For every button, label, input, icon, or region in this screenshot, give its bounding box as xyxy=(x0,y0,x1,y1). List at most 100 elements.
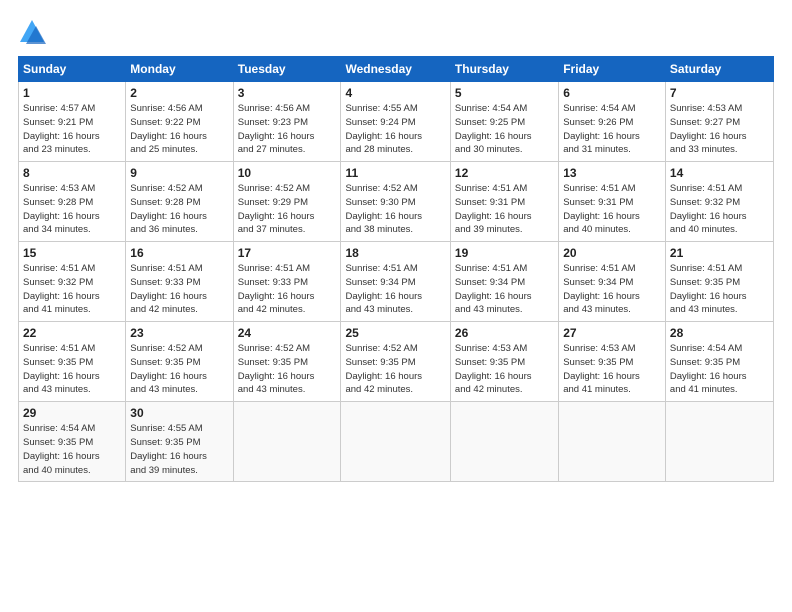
week-row-0: 1 Sunrise: 4:57 AM Sunset: 9:21 PM Daylig… xyxy=(19,82,774,162)
header xyxy=(18,18,774,46)
day-number: 26 xyxy=(455,326,554,340)
weekday-wednesday: Wednesday xyxy=(341,57,450,82)
day-info: Sunrise: 4:51 AM Sunset: 9:34 PM Dayligh… xyxy=(455,262,554,317)
day-info: Sunrise: 4:51 AM Sunset: 9:35 PM Dayligh… xyxy=(670,262,769,317)
day-cell: 17 Sunrise: 4:51 AM Sunset: 9:33 PM Dayli… xyxy=(233,242,341,322)
day-cell: 29 Sunrise: 4:54 AM Sunset: 9:35 PM Dayli… xyxy=(19,402,126,482)
day-cell: 28Sunrise: 4:54 AM Sunset: 9:35 PM Dayli… xyxy=(665,322,773,402)
day-cell: 7 Sunrise: 4:53 AM Sunset: 9:27 PM Daylig… xyxy=(665,82,773,162)
week-row-4: 29 Sunrise: 4:54 AM Sunset: 9:35 PM Dayli… xyxy=(19,402,774,482)
day-number: 30 xyxy=(130,406,228,420)
day-number: 17 xyxy=(238,246,337,260)
day-number: 12 xyxy=(455,166,554,180)
day-info: Sunrise: 4:53 AM Sunset: 9:35 PM Dayligh… xyxy=(455,342,554,397)
week-row-2: 15 Sunrise: 4:51 AM Sunset: 9:32 PM Dayli… xyxy=(19,242,774,322)
day-cell: 22 Sunrise: 4:51 AM Sunset: 9:35 PM Dayli… xyxy=(19,322,126,402)
day-info: Sunrise: 4:51 AM Sunset: 9:32 PM Dayligh… xyxy=(23,262,121,317)
day-number: 1 xyxy=(23,86,121,100)
day-info: Sunrise: 4:52 AM Sunset: 9:35 PM Dayligh… xyxy=(130,342,228,397)
day-cell: 3 Sunrise: 4:56 AM Sunset: 9:23 PM Daylig… xyxy=(233,82,341,162)
day-info: Sunrise: 4:51 AM Sunset: 9:31 PM Dayligh… xyxy=(455,182,554,237)
day-number: 15 xyxy=(23,246,121,260)
day-cell: 4Sunrise: 4:55 AM Sunset: 9:24 PM Daylig… xyxy=(341,82,450,162)
day-cell xyxy=(559,402,666,482)
day-info: Sunrise: 4:54 AM Sunset: 9:35 PM Dayligh… xyxy=(670,342,769,397)
day-number: 25 xyxy=(345,326,445,340)
day-number: 22 xyxy=(23,326,121,340)
day-info: Sunrise: 4:54 AM Sunset: 9:26 PM Dayligh… xyxy=(563,102,661,157)
day-number: 14 xyxy=(670,166,769,180)
calendar: SundayMondayTuesdayWednesdayThursdayFrid… xyxy=(18,56,774,482)
day-cell: 27Sunrise: 4:53 AM Sunset: 9:35 PM Dayli… xyxy=(559,322,666,402)
day-info: Sunrise: 4:57 AM Sunset: 9:21 PM Dayligh… xyxy=(23,102,121,157)
day-info: Sunrise: 4:52 AM Sunset: 9:28 PM Dayligh… xyxy=(130,182,228,237)
day-cell: 30 Sunrise: 4:55 AM Sunset: 9:35 PM Dayli… xyxy=(126,402,233,482)
day-cell xyxy=(665,402,773,482)
day-info: Sunrise: 4:52 AM Sunset: 9:30 PM Dayligh… xyxy=(345,182,445,237)
weekday-saturday: Saturday xyxy=(665,57,773,82)
day-info: Sunrise: 4:52 AM Sunset: 9:35 PM Dayligh… xyxy=(345,342,445,397)
day-info: Sunrise: 4:52 AM Sunset: 9:29 PM Dayligh… xyxy=(238,182,337,237)
day-info: Sunrise: 4:52 AM Sunset: 9:35 PM Dayligh… xyxy=(238,342,337,397)
day-cell: 5 Sunrise: 4:54 AM Sunset: 9:25 PM Daylig… xyxy=(450,82,558,162)
day-cell xyxy=(341,402,450,482)
day-cell: 18 Sunrise: 4:51 AM Sunset: 9:34 PM Dayli… xyxy=(341,242,450,322)
day-number: 19 xyxy=(455,246,554,260)
day-cell: 9 Sunrise: 4:52 AM Sunset: 9:28 PM Daylig… xyxy=(126,162,233,242)
day-cell: 24 Sunrise: 4:52 AM Sunset: 9:35 PM Dayli… xyxy=(233,322,341,402)
day-number: 13 xyxy=(563,166,661,180)
day-cell xyxy=(233,402,341,482)
calendar-header: SundayMondayTuesdayWednesdayThursdayFrid… xyxy=(19,57,774,82)
day-number: 5 xyxy=(455,86,554,100)
day-number: 3 xyxy=(238,86,337,100)
day-info: Sunrise: 4:54 AM Sunset: 9:25 PM Dayligh… xyxy=(455,102,554,157)
weekday-tuesday: Tuesday xyxy=(233,57,341,82)
day-cell: 13 Sunrise: 4:51 AM Sunset: 9:31 PM Dayli… xyxy=(559,162,666,242)
week-row-3: 22 Sunrise: 4:51 AM Sunset: 9:35 PM Dayli… xyxy=(19,322,774,402)
day-info: Sunrise: 4:53 AM Sunset: 9:35 PM Dayligh… xyxy=(563,342,661,397)
day-info: Sunrise: 4:53 AM Sunset: 9:28 PM Dayligh… xyxy=(23,182,121,237)
day-cell: 26 Sunrise: 4:53 AM Sunset: 9:35 PM Dayli… xyxy=(450,322,558,402)
day-number: 7 xyxy=(670,86,769,100)
day-cell: 19 Sunrise: 4:51 AM Sunset: 9:34 PM Dayli… xyxy=(450,242,558,322)
day-cell: 20 Sunrise: 4:51 AM Sunset: 9:34 PM Dayli… xyxy=(559,242,666,322)
day-info: Sunrise: 4:56 AM Sunset: 9:23 PM Dayligh… xyxy=(238,102,337,157)
day-cell: 14Sunrise: 4:51 AM Sunset: 9:32 PM Dayli… xyxy=(665,162,773,242)
page: SundayMondayTuesdayWednesdayThursdayFrid… xyxy=(0,0,792,612)
day-number: 9 xyxy=(130,166,228,180)
day-info: Sunrise: 4:51 AM Sunset: 9:34 PM Dayligh… xyxy=(345,262,445,317)
day-cell: 10 Sunrise: 4:52 AM Sunset: 9:29 PM Dayli… xyxy=(233,162,341,242)
weekday-row: SundayMondayTuesdayWednesdayThursdayFrid… xyxy=(19,57,774,82)
day-number: 18 xyxy=(345,246,445,260)
day-cell: 1 Sunrise: 4:57 AM Sunset: 9:21 PM Daylig… xyxy=(19,82,126,162)
day-number: 2 xyxy=(130,86,228,100)
day-info: Sunrise: 4:53 AM Sunset: 9:27 PM Dayligh… xyxy=(670,102,769,157)
day-number: 16 xyxy=(130,246,228,260)
day-number: 29 xyxy=(23,406,121,420)
weekday-friday: Friday xyxy=(559,57,666,82)
day-number: 24 xyxy=(238,326,337,340)
day-number: 23 xyxy=(130,326,228,340)
day-cell: 6Sunrise: 4:54 AM Sunset: 9:26 PM Daylig… xyxy=(559,82,666,162)
day-info: Sunrise: 4:51 AM Sunset: 9:31 PM Dayligh… xyxy=(563,182,661,237)
day-number: 10 xyxy=(238,166,337,180)
day-cell: 2Sunrise: 4:56 AM Sunset: 9:22 PM Daylig… xyxy=(126,82,233,162)
day-info: Sunrise: 4:51 AM Sunset: 9:34 PM Dayligh… xyxy=(563,262,661,317)
day-cell: 16Sunrise: 4:51 AM Sunset: 9:33 PM Dayli… xyxy=(126,242,233,322)
logo-icon xyxy=(18,18,46,46)
day-number: 11 xyxy=(345,166,445,180)
day-cell: 8 Sunrise: 4:53 AM Sunset: 9:28 PM Daylig… xyxy=(19,162,126,242)
weekday-thursday: Thursday xyxy=(450,57,558,82)
day-info: Sunrise: 4:55 AM Sunset: 9:35 PM Dayligh… xyxy=(130,422,228,477)
day-number: 8 xyxy=(23,166,121,180)
day-info: Sunrise: 4:51 AM Sunset: 9:33 PM Dayligh… xyxy=(238,262,337,317)
calendar-body: 1 Sunrise: 4:57 AM Sunset: 9:21 PM Daylig… xyxy=(19,82,774,482)
day-cell: 23 Sunrise: 4:52 AM Sunset: 9:35 PM Dayli… xyxy=(126,322,233,402)
day-cell xyxy=(450,402,558,482)
day-number: 20 xyxy=(563,246,661,260)
day-info: Sunrise: 4:51 AM Sunset: 9:35 PM Dayligh… xyxy=(23,342,121,397)
day-cell: 11 Sunrise: 4:52 AM Sunset: 9:30 PM Dayli… xyxy=(341,162,450,242)
day-cell: 12 Sunrise: 4:51 AM Sunset: 9:31 PM Dayli… xyxy=(450,162,558,242)
day-number: 21 xyxy=(670,246,769,260)
day-info: Sunrise: 4:54 AM Sunset: 9:35 PM Dayligh… xyxy=(23,422,121,477)
